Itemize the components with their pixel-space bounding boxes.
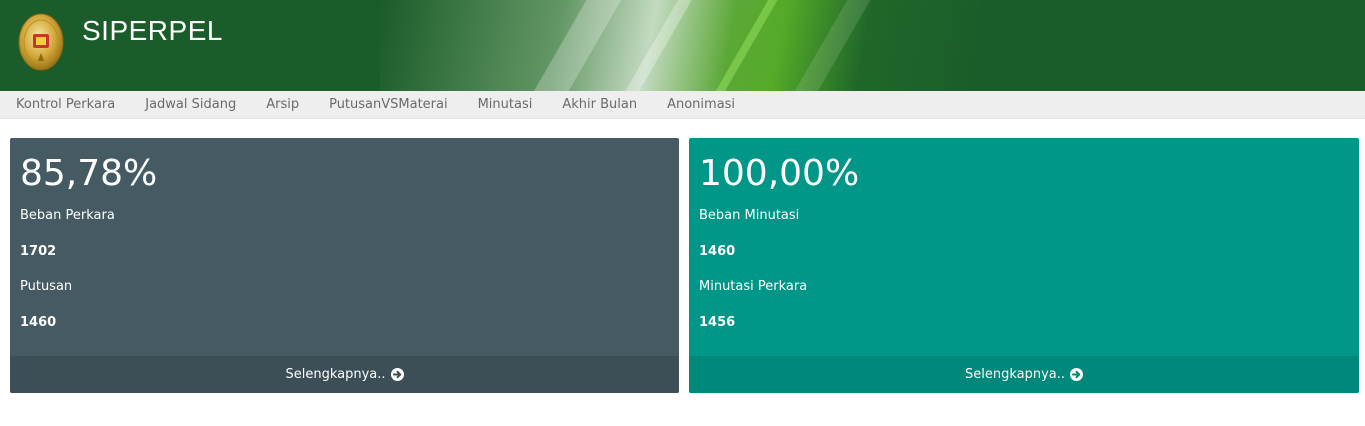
more-info-label: Selengkapnya..	[964, 367, 1066, 382]
app-title: SIPERPEL	[82, 15, 223, 46]
nav-item-minutasi[interactable]: Minutasi	[478, 97, 533, 112]
card-label-2: Putusan	[20, 279, 73, 294]
more-info-link[interactable]: Selengkapnya..	[689, 356, 1359, 393]
stat-card-perkara: 85,78% Beban Perkara 1702 Putusan 1460 S…	[10, 138, 679, 393]
stats-cards: 85,78% Beban Perkara 1702 Putusan 1460 S…	[10, 138, 1359, 393]
nav-item-kontrol-perkara[interactable]: Kontrol Perkara	[16, 97, 115, 112]
card-label-1: Beban Perkara	[20, 208, 115, 223]
card-value-2: 1460	[20, 315, 57, 330]
court-emblem-icon[interactable]	[18, 13, 64, 71]
nav-item-jadwal-sidang[interactable]: Jadwal Sidang	[145, 97, 236, 112]
card-percentage: 100,00%	[699, 153, 860, 194]
arrow-circle-right-icon	[1070, 368, 1084, 381]
card-label-1: Beban Minutasi	[699, 208, 800, 223]
card-value-2: 1456	[699, 315, 736, 330]
top-nav: Kontrol Perkara Jadwal Sidang Arsip Putu…	[0, 91, 1365, 119]
more-info-label: Selengkapnya..	[285, 367, 386, 382]
nav-item-arsip[interactable]: Arsip	[266, 97, 299, 112]
stat-card-minutasi: 100,00% Beban Minutasi 1460 Minutasi Per…	[689, 138, 1359, 393]
card-value-1: 1460	[699, 244, 736, 259]
arrow-circle-right-icon	[390, 368, 404, 381]
card-percentage: 85,78%	[20, 153, 158, 194]
card-value-1: 1702	[20, 244, 57, 259]
card-body: 85,78% Beban Perkara 1702 Putusan 1460	[10, 138, 679, 356]
card-body: 100,00% Beban Minutasi 1460 Minutasi Per…	[689, 138, 1359, 356]
nav-item-putusanvsmaterai[interactable]: PutusanVSMaterai	[329, 97, 448, 112]
nav-item-anonimasi[interactable]: Anonimasi	[667, 97, 735, 112]
more-info-link[interactable]: Selengkapnya..	[10, 356, 679, 393]
nav-item-akhir-bulan[interactable]: Akhir Bulan	[562, 97, 637, 112]
card-label-2: Minutasi Perkara	[699, 279, 808, 294]
app-header: SIPERPEL	[0, 0, 1365, 91]
